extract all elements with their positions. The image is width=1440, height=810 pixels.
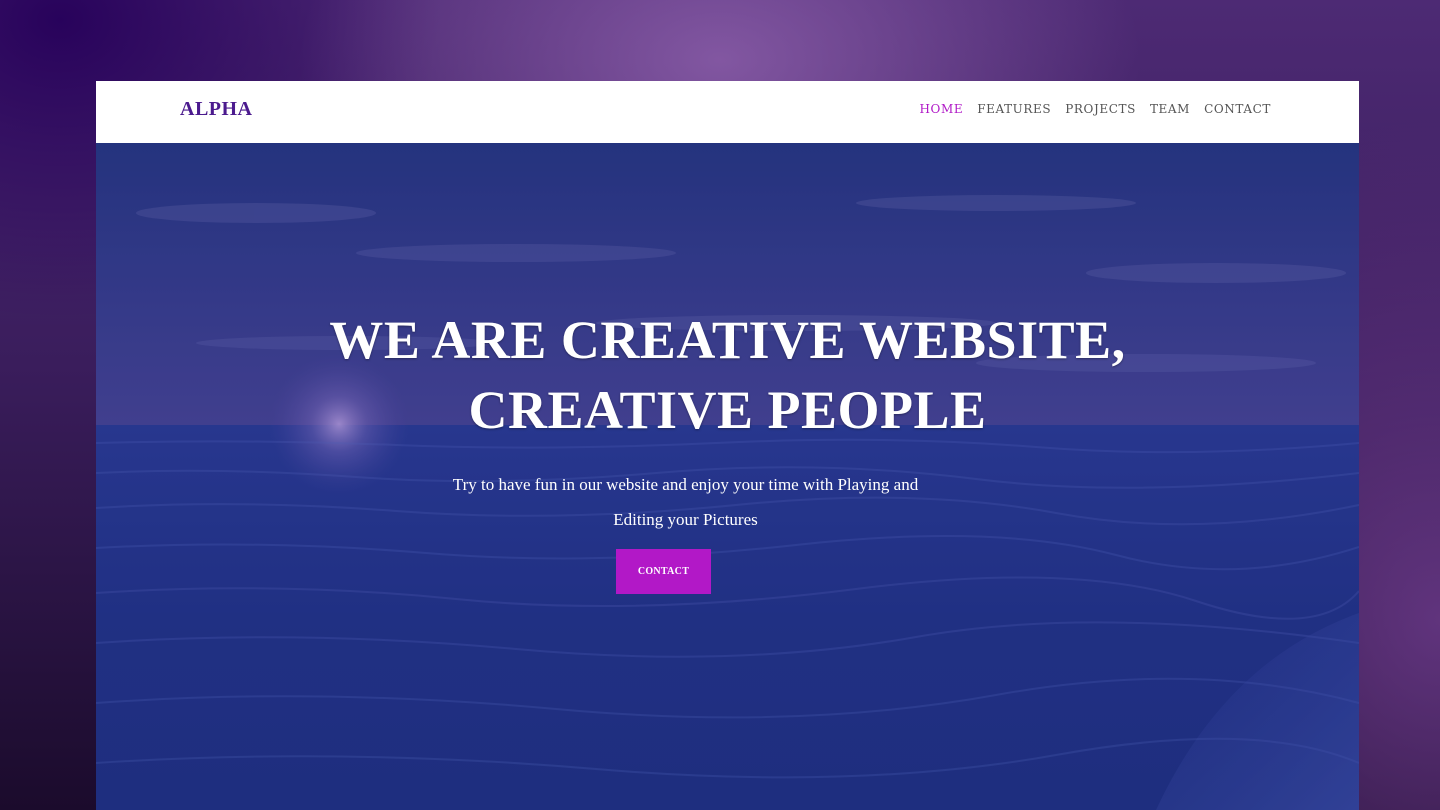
- nav-item-contact[interactable]: CONTACT: [1204, 102, 1271, 116]
- nav-item-projects[interactable]: PROJECTS: [1065, 102, 1136, 116]
- hero-subtitle: Try to have fun in our website and enjoy…: [452, 475, 919, 529]
- nav-item-team[interactable]: TEAM: [1150, 102, 1190, 116]
- nav-item-home[interactable]: HOME: [919, 102, 963, 116]
- contact-button[interactable]: CONTACT: [616, 549, 711, 594]
- nav-item-features[interactable]: FEATURES: [977, 102, 1051, 116]
- hero-content: WE ARE CREATIVE WEBSITE, CREATIVE PEOPLE…: [96, 305, 1359, 537]
- hero-section: WE ARE CREATIVE WEBSITE, CREATIVE PEOPLE…: [96, 143, 1359, 810]
- brand-logo[interactable]: ALPHA: [180, 98, 253, 121]
- hero-headline: WE ARE CREATIVE WEBSITE, CREATIVE PEOPLE: [329, 310, 1126, 440]
- browser-page-frame: ALPHA HOME FEATURES PROJECTS TEAM CONTAC…: [96, 81, 1359, 810]
- navbar: ALPHA HOME FEATURES PROJECTS TEAM CONTAC…: [96, 81, 1359, 143]
- main-nav: HOME FEATURES PROJECTS TEAM CONTACT: [919, 102, 1271, 116]
